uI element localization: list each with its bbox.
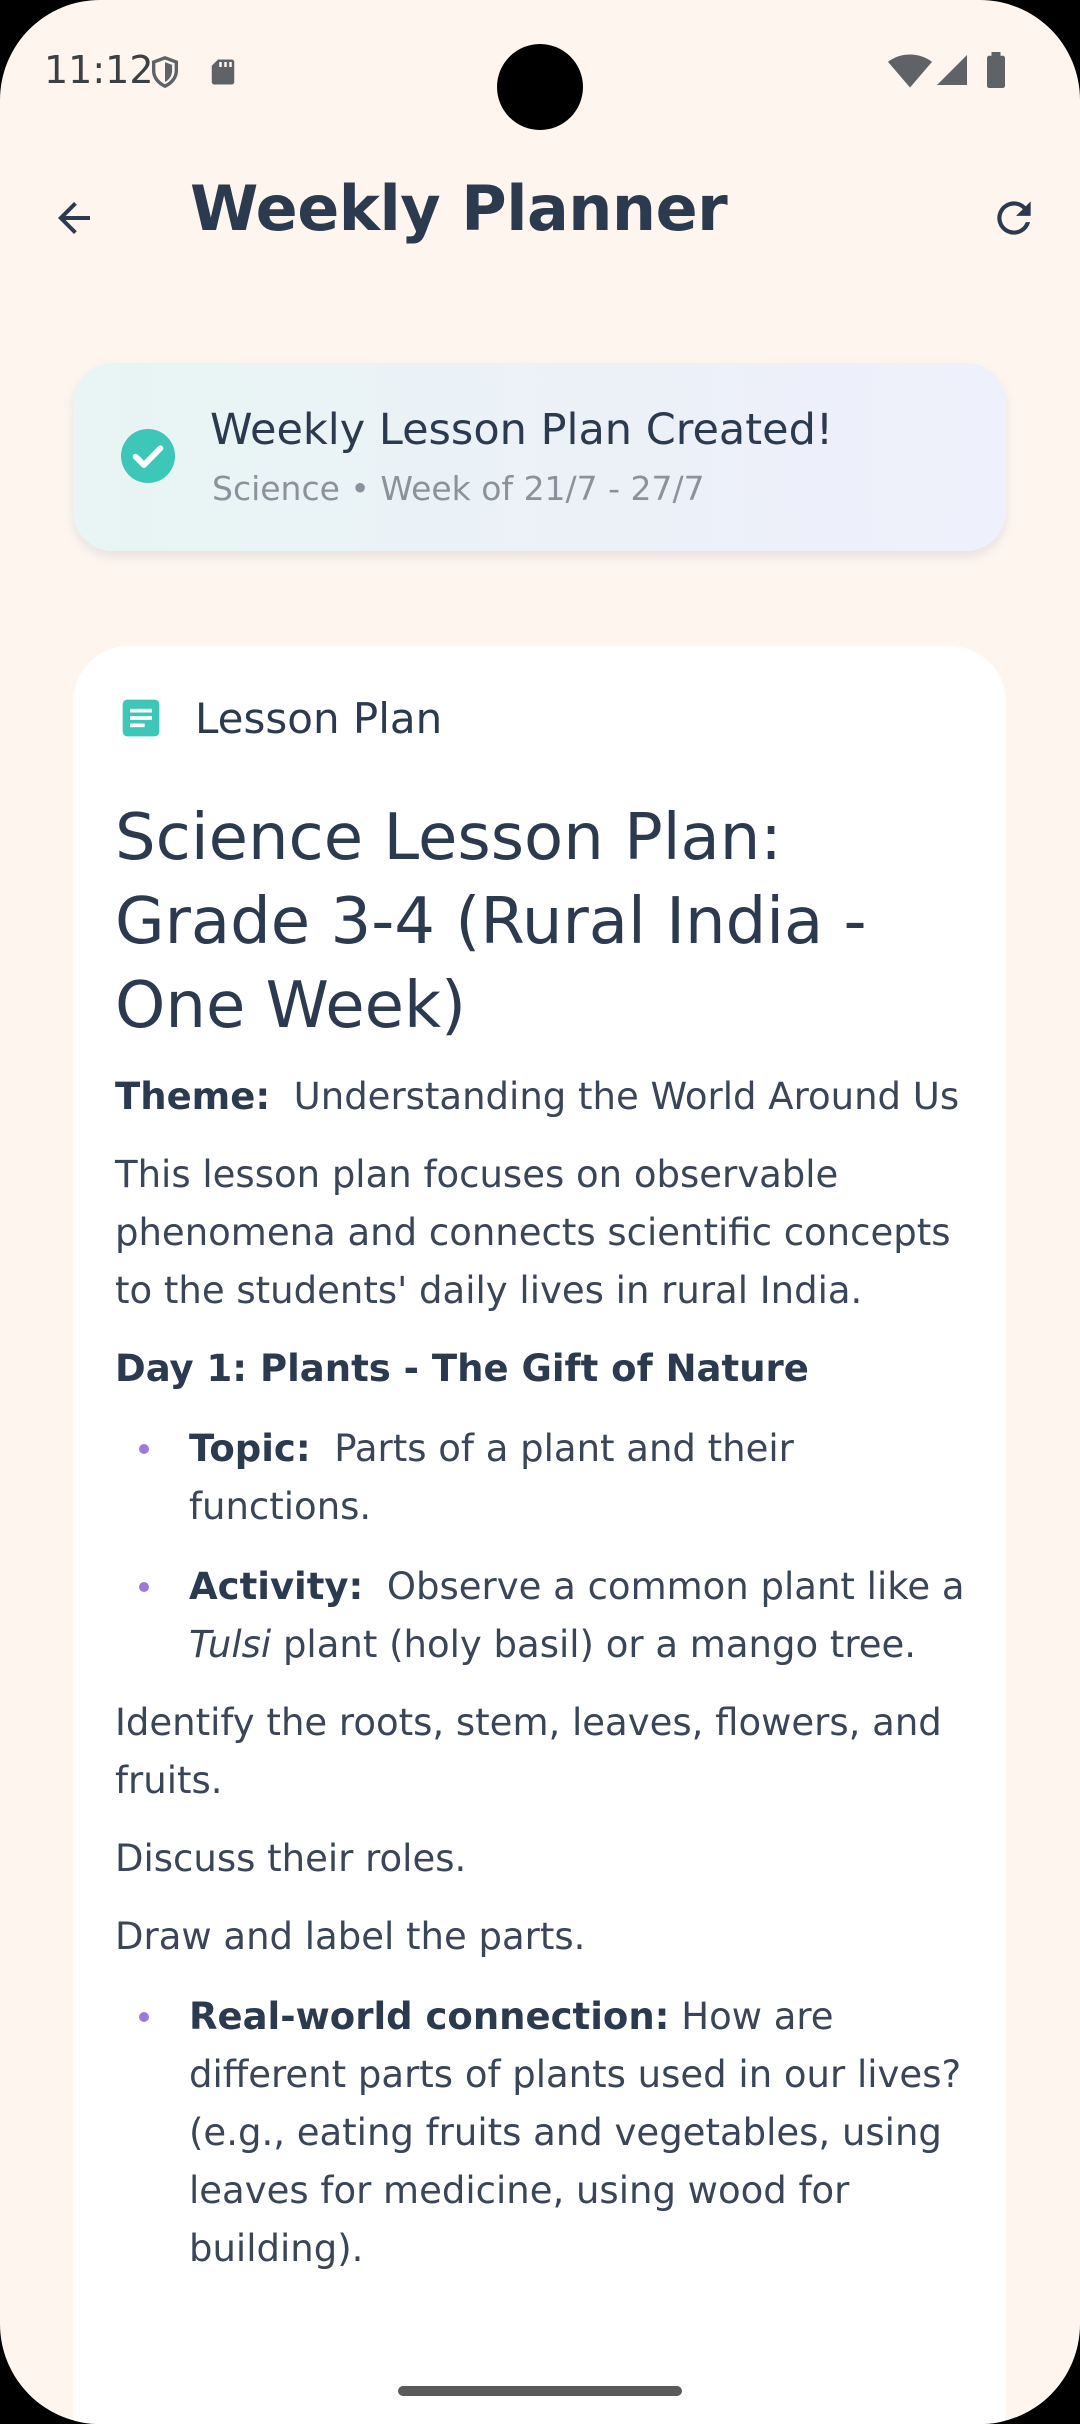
card-label: Lesson Plan [195,693,443,743]
check-circle-icon [121,429,175,483]
back-button[interactable] [40,184,108,252]
status-time: 11:12 [44,48,154,92]
card-header: Lesson Plan [119,690,442,746]
banner-subtitle: Science • Week of 21/7 - 27/7 [212,469,705,508]
app-bar: Weekly Planner [0,160,1080,270]
list-item: Real-world connection: How are different… [115,1988,975,2278]
bullet-dot [139,1582,149,1592]
activity-value-post: plant (holy basil) or a mango tree. [282,1623,917,1666]
intro-paragraph: This lesson plan focuses on observable p… [115,1153,951,1312]
bullet-dot [139,2012,149,2022]
success-banner: Weekly Lesson Plan Created! Science • We… [73,363,1006,551]
theme-value: Understanding the World Around Us [293,1075,960,1118]
shield-icon [151,56,179,89]
refresh-button[interactable] [980,184,1048,252]
theme-line: Theme: Understanding the World Around Us [115,1068,975,1126]
day-1-paragraph-1: Identify the roots, stem, leaves, flower… [115,1701,942,1802]
activity-value-pre: Observe a common plant like a [386,1565,965,1608]
home-indicator[interactable] [398,2386,682,2396]
sd-card-icon [211,59,235,85]
plan-title: Science Lesson Plan: Grade 3-4 (Rural In… [115,801,867,1043]
bullet-dot [139,1444,149,1454]
topic-label: Topic: [189,1427,311,1470]
day-1-heading: Day 1: Plants - The Gift of Nature [115,1347,809,1390]
back-arrow-icon [58,202,90,234]
page-title: Weekly Planner [190,172,728,245]
connection-label: Real-world connection: [189,1995,670,2038]
battery-icon [987,52,1005,88]
lesson-plan-card: Lesson Plan Science Lesson Plan: Grade 3… [73,646,1006,2424]
phone-screen: 11:12 Weekly Planner Weekly Lesson Plan … [0,0,1080,2424]
list-item: Topic: Parts of a plant and their functi… [115,1420,975,1536]
day-1-paragraph-2: Discuss their roles. [115,1837,467,1880]
lesson-content: Science Lesson Plan: Grade 3-4 (Rural In… [115,786,975,2278]
signal-icon [937,55,967,85]
activity-label: Activity: [189,1565,364,1608]
theme-label: Theme: [115,1075,271,1118]
refresh-icon [997,201,1031,235]
camera-cutout [497,44,583,130]
day-1-paragraph-3: Draw and label the parts. [115,1915,586,1958]
wifi-icon [888,54,932,88]
activity-italic: Tulsi [189,1623,272,1666]
status-bar: 11:12 [0,0,1080,140]
list-item: Activity: Observe a common plant like a … [115,1558,975,1674]
banner-title: Weekly Lesson Plan Created! [210,405,834,455]
document-icon [122,699,160,737]
